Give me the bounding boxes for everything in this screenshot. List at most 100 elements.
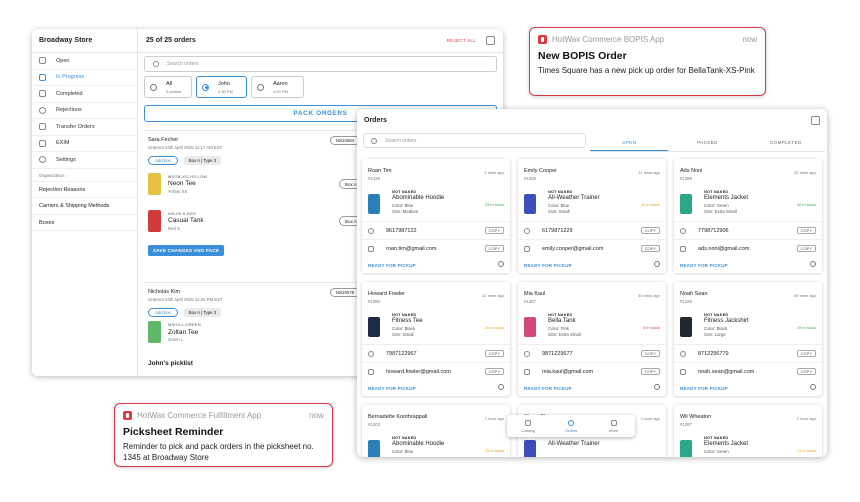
notification-fulfillment[interactable]: HotWax Commerce Fulfillment App now Picks… — [114, 403, 333, 467]
order-card[interactable]: Wil Wheaton #1287 2 hour ago NOT NAKED Eleme… — [674, 405, 822, 457]
copy-button[interactable]: COPY — [796, 227, 816, 234]
sidebar-item-label: EXIM — [56, 140, 70, 147]
ready-for-pickup-button[interactable]: READY FOR PICKUP — [368, 386, 416, 391]
settings-item-rejection-reasons[interactable]: Rejection Reasons — [32, 182, 137, 198]
sidebar-item-label: Open — [56, 57, 70, 64]
nav-catalog[interactable]: Catalog — [507, 415, 550, 437]
email-value: ads.noni@gmail.com — [698, 245, 750, 252]
ready-for-pickup-button[interactable]: READY FOR PICKUP — [524, 263, 572, 268]
sidebar-item-exim[interactable]: EXIM — [32, 136, 137, 152]
tab-completed[interactable]: COMPLETED — [747, 136, 825, 151]
notification-app: HotWax Commerce BOPIS App — [552, 35, 665, 44]
filter-icon[interactable] — [486, 36, 495, 45]
sidebar-item-rejections[interactable]: Rejections — [32, 103, 137, 119]
product-image — [148, 321, 161, 343]
ready-for-pickup-button[interactable]: READY FOR PICKUP — [524, 386, 572, 391]
ready-for-pickup-button[interactable]: READY FOR PICKUP — [680, 386, 728, 391]
product-name: Elements Jacket — [704, 195, 749, 201]
copy-button[interactable]: COPY — [484, 227, 504, 234]
product-name: Abominable Hoodie — [392, 441, 445, 447]
order-card[interactable]: Howard Fowler #1380 42 mins ago NOT NAKED Fi… — [362, 282, 510, 396]
order-age: 59 mins ago — [794, 293, 816, 298]
item-variant: Green L — [168, 337, 184, 342]
settings-item-boxes[interactable]: Boxes — [32, 215, 137, 231]
copy-button[interactable]: COPY — [640, 227, 660, 234]
order-card[interactable]: Bernadette Koothrappali #1303 1 hour ago NO… — [362, 405, 510, 457]
sidebar-item-settings[interactable]: Settings — [32, 152, 137, 169]
settings-item-carriers[interactable]: Carriers & Shipping Methods — [32, 198, 137, 215]
order-number-chip[interactable]: NN10584 — [329, 136, 360, 145]
order-age: 1 hour ago — [484, 416, 504, 421]
sidebar-item-completed[interactable]: Completed — [32, 86, 137, 103]
copy-button[interactable]: COPY — [640, 245, 660, 252]
info-icon[interactable] — [498, 384, 504, 390]
product-image — [680, 194, 692, 214]
ready-for-pickup-button[interactable]: READY FOR PICKUP — [368, 263, 416, 268]
order-number-chip[interactable]: NN10579 — [329, 288, 360, 297]
product-image — [368, 440, 380, 457]
picker-all[interactable]: All 3 picklist — [144, 76, 192, 98]
item-sku: MSO4-L-GREEN — [168, 322, 201, 327]
header: 25 of 25 orders REJECT ALL — [138, 29, 503, 53]
copy-button[interactable]: COPY — [640, 368, 660, 375]
add-box-button[interactable]: Add box — [148, 156, 178, 165]
info-icon[interactable] — [498, 261, 504, 267]
stock-level: 10 in stock — [640, 202, 660, 207]
store-icon[interactable] — [811, 115, 820, 125]
sidebar: Broadway Store Open In Progress Complete… — [32, 29, 138, 376]
search-input[interactable]: Search orders — [363, 133, 586, 148]
sidebar-item-transfer-orders[interactable]: Transfer Orders — [32, 119, 137, 136]
stock-level: 19 in stock — [796, 325, 816, 330]
phone-value: 7987122967 — [386, 350, 417, 357]
notification-app: HotWax Commerce Fulfillment App — [137, 411, 262, 420]
order-card[interactable]: Emily Cooper #1405 11 mins ago NOT NAKED All… — [518, 159, 666, 273]
order-age: 49 mins ago — [638, 293, 660, 298]
email-row: howard.fowler@gmail.com COPY — [362, 362, 510, 380]
order-number: #1357 — [524, 299, 536, 304]
order-card[interactable]: Noah Sean #1325 59 mins ago NOT NAKED Fitnes… — [674, 282, 822, 396]
nav-more[interactable]: More — [592, 415, 635, 437]
tab-open[interactable]: OPEN — [590, 136, 669, 151]
picker-john[interactable]: John 2:30 PM — [196, 76, 247, 98]
email-value: howard.fowler@gmail.com — [386, 368, 451, 375]
phone-value: 6179871229 — [542, 227, 573, 234]
copy-button[interactable]: COPY — [484, 245, 504, 252]
product-size: Size: Small — [392, 332, 414, 337]
info-icon[interactable] — [810, 261, 816, 267]
info-icon[interactable] — [810, 384, 816, 390]
reject-all-button[interactable]: REJECT ALL — [447, 38, 476, 43]
search-input[interactable]: Search orders — [144, 56, 497, 72]
email-row: mia.kaul@gmail.com COPY — [518, 362, 666, 380]
order-card[interactable]: Mia Kaul #1357 49 mins ago NOT NAKED Bella T… — [518, 282, 666, 396]
add-box-button[interactable]: Add box — [148, 308, 178, 317]
info-icon[interactable] — [654, 261, 660, 267]
copy-button[interactable]: COPY — [640, 350, 660, 357]
order-number: #1399 — [680, 176, 692, 181]
order-card[interactable]: Ads Noni #1399 20 mins ago NOT NAKED Element… — [674, 159, 822, 273]
sidebar-item-label: Completed — [56, 90, 83, 97]
picker-aaron[interactable]: Aaron 4:00 PM — [251, 76, 304, 98]
copy-button[interactable]: COPY — [796, 350, 816, 357]
order-card[interactable]: Roan Tim #1429 9 mins ago NOT NAKED Abominab… — [362, 159, 510, 273]
box-chip[interactable]: Box A | Type 3 — [183, 308, 222, 317]
notification-bopis[interactable]: HotWax Commerce BOPIS App now New BOPIS O… — [529, 27, 766, 96]
picklist-title: John's picklist — [148, 360, 193, 367]
info-icon[interactable] — [654, 384, 660, 390]
save-changes-and-pack-button[interactable]: SAVE CHANGES AND PACK — [148, 245, 225, 256]
copy-button[interactable]: COPY — [796, 368, 816, 375]
order-age: 2 hour ago — [796, 416, 816, 421]
copy-button[interactable]: COPY — [796, 245, 816, 252]
bopis-window: Orders Search orders OPEN PACKED COMPLET… — [357, 109, 827, 457]
header: Orders — [357, 109, 827, 131]
sidebar-item-in-progress[interactable]: In Progress — [32, 70, 137, 86]
box-chip[interactable]: Box A | Type 3 — [183, 156, 222, 165]
ready-for-pickup-button[interactable]: READY FOR PICKUP — [680, 263, 728, 268]
email-value: emily.cooper@gmail.com — [542, 245, 604, 252]
copy-button[interactable]: COPY — [484, 368, 504, 375]
nav-orders[interactable]: Orders — [550, 415, 593, 437]
phone-icon — [680, 227, 686, 234]
copy-button[interactable]: COPY — [484, 350, 504, 357]
sidebar-item-open[interactable]: Open — [32, 53, 137, 70]
product-color: Color: Green — [704, 449, 729, 454]
tab-packed[interactable]: PACKED — [668, 136, 746, 151]
